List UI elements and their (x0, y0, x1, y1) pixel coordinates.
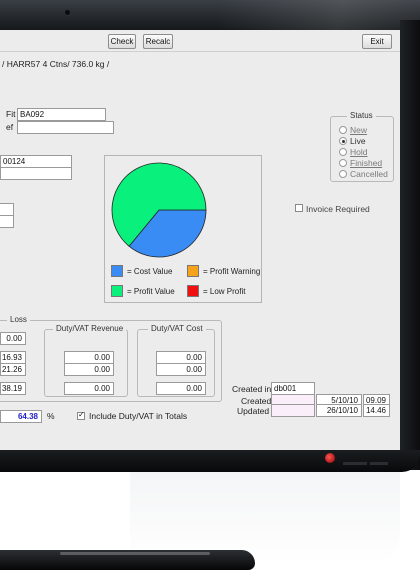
check-button[interactable]: Check (108, 34, 136, 49)
monitor-bottom-bezel (0, 450, 420, 472)
updated-date-field: 26/10/10 (316, 404, 362, 417)
profit-pie-chart (111, 162, 207, 258)
partial-field-bottom[interactable] (0, 215, 14, 228)
fit-field[interactable]: BA092 (17, 108, 106, 121)
include-duty-vat-checkbox[interactable] (77, 410, 85, 420)
loss-row2-field[interactable]: 21.26 (0, 363, 26, 376)
duty-vat-revenue-title: Duty/VAT Revenue (53, 324, 127, 333)
status-option-cancelled[interactable]: Cancelled (339, 169, 388, 179)
status-label-finished: Finished (350, 158, 383, 168)
legend-swatch-profit-warning (187, 265, 199, 277)
ref-field[interactable] (17, 121, 114, 134)
radio-icon (339, 170, 347, 178)
include-duty-vat-label: Include Duty/VAT in Totals (89, 411, 188, 421)
status-group: Status New Live Hold Finished Cancelled (330, 111, 394, 182)
legend-label-profit-warning: = Profit Warning (203, 267, 261, 276)
duty-vat-revenue-total[interactable]: 0.00 (64, 382, 114, 395)
profit-chart-panel: = Cost Value = Profit Warning = Profit V… (104, 155, 262, 303)
legend-swatch-cost-value (111, 265, 123, 277)
radio-selected-icon (339, 137, 347, 145)
invoice-required-label: Invoice Required (306, 204, 370, 214)
bezel-accent (370, 462, 388, 465)
monitor-right-bezel (400, 20, 420, 470)
stand-base-highlight (60, 552, 210, 555)
percent-sign: % (47, 411, 55, 421)
radio-icon (339, 148, 347, 156)
duty-vat-revenue-row2[interactable]: 0.00 (64, 363, 114, 376)
updated-user-field (271, 404, 315, 417)
webcam-icon (64, 9, 71, 16)
created-label: Created (241, 396, 272, 406)
legend-swatch-low-profit (187, 285, 199, 297)
updated-time-field: 14.46 (363, 404, 390, 417)
power-led-icon (325, 453, 335, 463)
legend-label-profit-value: = Profit Value (127, 287, 175, 296)
exit-button[interactable]: Exit (362, 34, 392, 49)
status-option-live[interactable]: Live (339, 136, 366, 146)
fit-label: Fit (6, 109, 16, 119)
invoice-required-checkbox[interactable] (295, 204, 303, 212)
code-field-2[interactable] (0, 167, 72, 180)
status-label-live: Live (350, 136, 366, 146)
status-option-new[interactable]: New (339, 125, 367, 135)
legend-swatch-profit-value (111, 285, 123, 297)
toolbar: Check Recalc Exit (0, 30, 400, 52)
profit-percent-field[interactable]: 64.38 (0, 410, 42, 423)
radio-icon (339, 159, 347, 167)
status-label-cancelled: Cancelled (350, 169, 388, 179)
duty-vat-cost-total[interactable]: 0.00 (156, 382, 206, 395)
bezel-accent (343, 462, 367, 465)
status-group-title: Status (347, 111, 376, 120)
duty-vat-cost-row2[interactable]: 0.00 (156, 363, 206, 376)
loss-total-field[interactable]: 38.19 (0, 382, 26, 395)
screen-glare (220, 0, 420, 30)
application-window: Check Recalc Exit / HARR57 4 Ctns/ 736.0… (0, 30, 400, 450)
status-option-finished[interactable]: Finished (339, 158, 382, 168)
duty-vat-cost-title: Duty/VAT Cost (148, 324, 206, 333)
status-option-hold[interactable]: Hold (339, 147, 367, 157)
created-in-label: Created in (232, 384, 272, 394)
legend-label-cost-value: = Cost Value (127, 267, 173, 276)
status-label-new: New (350, 125, 368, 135)
status-label-hold: Hold (350, 147, 368, 157)
recalc-button[interactable]: Recalc (143, 34, 173, 49)
legend-label-low-profit: = Low Profit (203, 287, 246, 296)
loss-group-title: Loss (7, 315, 30, 324)
shipment-summary: / HARR57 4 Ctns/ 736.0 kg / (2, 59, 110, 69)
loss-value-field[interactable]: 0.00 (0, 332, 26, 345)
ref-label: ef (6, 122, 14, 132)
radio-icon (339, 126, 347, 134)
updated-label: Updated (237, 406, 270, 416)
